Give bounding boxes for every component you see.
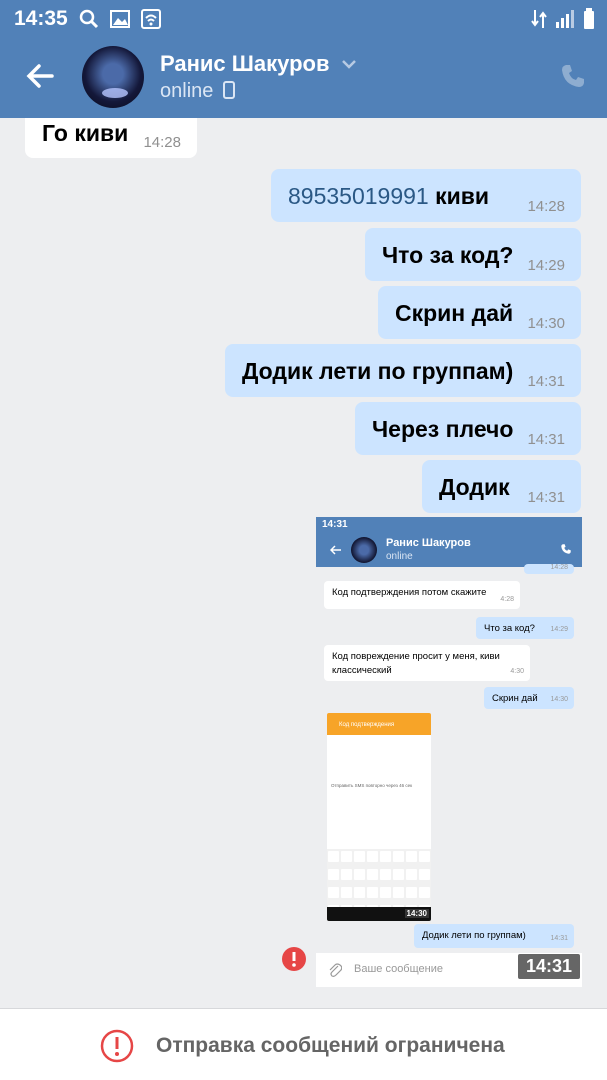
status-left-icons [78,8,162,30]
data-arrows-icon [531,10,547,28]
message-outgoing[interactable]: Додик 14:31 [422,460,581,513]
screenshot-timestamp: 14:31 [518,954,581,979]
avatar[interactable] [82,46,144,108]
message-outgoing[interactable]: Додик лети по группам) 14:31 [225,344,581,397]
phone-icon[interactable] [559,62,587,90]
status-bar: 14:35 [0,0,607,38]
restriction-banner: Отправка сообщений ограничена [0,1008,607,1080]
phone-icon [561,544,571,554]
message-outgoing[interactable]: Что за код? 14:29 [365,228,581,281]
back-arrow-icon [330,545,341,555]
screenshot-message: Что за код? 14:29 [476,617,574,639]
back-arrow-icon[interactable] [24,60,56,92]
error-icon[interactable] [281,946,307,972]
message-list[interactable]: Го киви 14:28 89535019991 киви 14:28 Что… [0,118,607,1008]
wifi-box-icon [141,9,161,29]
screenshot-message: 14:28 [524,564,574,574]
signal-icon [556,10,574,28]
message-outgoing[interactable]: 89535019991 киви 14:28 [271,169,581,222]
message-outgoing[interactable]: Через плечо 14:31 [355,402,581,455]
battery-icon [584,8,594,29]
contact-name[interactable]: Ранис Шакуров [160,51,329,77]
avatar [351,537,377,563]
screenshot-message: Код повреждение просит у меня, киви клас… [324,645,530,681]
status-time: 14:35 [14,7,68,30]
screenshot-message: Скрин дай 14:30 [484,687,574,709]
chevron-down-icon[interactable] [340,58,358,70]
search-icon [79,9,99,29]
phone-number-link[interactable]: 89535019991 [288,183,429,209]
screenshot-message: Додик лети по группам) 14:31 [414,924,574,948]
message-outgoing[interactable]: Скрин дай 14:30 [378,286,581,339]
screenshot-message: Код подтверждения потом скажите 4:28 [324,581,520,609]
chat-header: Ранис Шакуров online [0,38,607,118]
screenshot-header: 14:31 Ранис Шакуров online [316,517,582,567]
contact-status: online [160,80,235,103]
warning-icon [100,1029,134,1063]
nested-screenshot-image: Код подтверждения Отправить SMS повторно… [327,713,431,921]
paperclip-icon [329,963,342,977]
attached-screenshot[interactable]: 14:31 Ранис Шакуров online 14:28 Код под… [316,517,582,987]
message-incoming[interactable]: Го киви 14:28 [25,118,197,158]
status-right-icons [531,8,595,30]
image-icon [110,10,130,28]
restriction-text: Отправка сообщений ограничена [156,1034,505,1057]
mobile-icon [222,81,235,99]
